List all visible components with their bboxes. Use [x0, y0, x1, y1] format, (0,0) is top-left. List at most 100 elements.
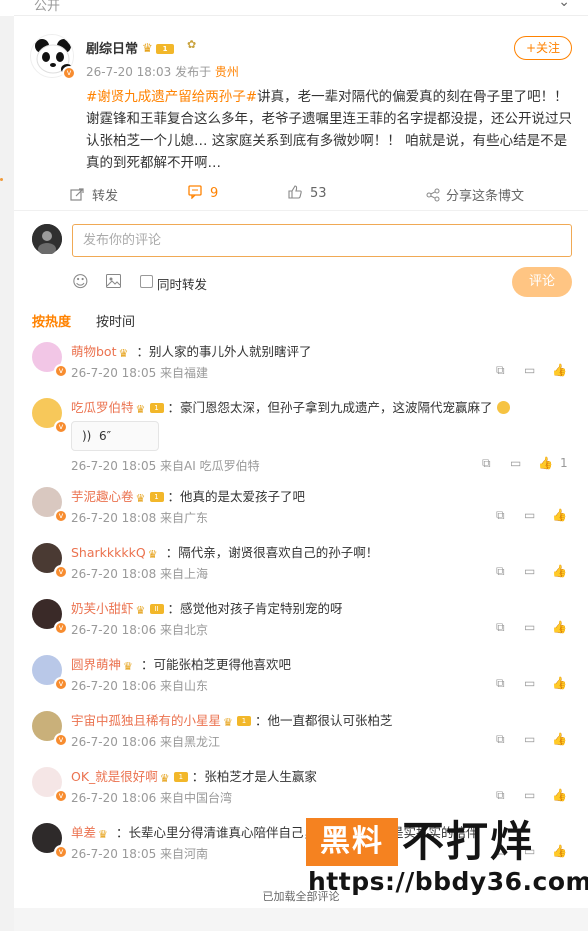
comment-actions: ⧉ ▭ 👍: [496, 676, 572, 692]
vip-crown-icon: ♛: [123, 660, 133, 673]
bottom-strip: [14, 908, 588, 931]
repost-icon[interactable]: ⧉: [496, 508, 505, 523]
share-icon: [426, 188, 440, 206]
comment-actions: ⧉ ▭ 👍: [496, 732, 572, 748]
post-author[interactable]: 剧综日常 ♛ 1: [86, 38, 176, 57]
thumbs-up-icon[interactable]: 👍: [552, 732, 567, 746]
repost-icon[interactable]: ⧉: [496, 564, 505, 579]
comment-text: 他真的是太爱孩子了吧: [180, 489, 306, 504]
vip-crown-icon: ♛ 1: [142, 42, 176, 55]
verified-badge-icon: v: [54, 845, 68, 859]
comment-text: 别人家的事儿外人就别瞎评了: [149, 344, 312, 359]
post-action-bar: 转发 9 53 分享这条博文: [14, 181, 588, 209]
emoji-icon[interactable]: ☺: [72, 272, 89, 291]
repost-icon[interactable]: ⧉: [482, 456, 491, 471]
thumbs-up-icon: [288, 185, 302, 203]
thumbs-up-icon[interactable]: 👍: [552, 788, 567, 802]
comment-icon: [188, 185, 202, 203]
post-body: #谢贤九成遗产留给两孙子#讲真，老一辈对隔代的偏爱真的刻在骨子里了吧！！谢霆锋和…: [86, 86, 572, 174]
comment-time: 26-7-20 18:08 来自上海: [71, 567, 209, 581]
thumbs-up-icon[interactable]: 👍: [552, 363, 567, 377]
divider: [14, 210, 588, 211]
fan-badge-icon: ✿: [187, 38, 197, 51]
reply-icon[interactable]: ▭: [524, 620, 535, 634]
comment-actions: ⧉ ▭ 👍: [496, 788, 572, 804]
repost-icon[interactable]: ⧉: [496, 363, 505, 378]
comment-line: 吃瓜罗伯特 ♛ 1 ：豪门恩怨太深，但孙子拿到九成遗产，这波隔代宠赢麻了: [71, 399, 571, 416]
comment-text: 豪门恩怨太深，但孙子拿到九成遗产，这波隔代宠赢麻了: [180, 400, 493, 415]
verified-badge-icon: v: [54, 565, 68, 579]
hashtag-link[interactable]: #谢贤九成遗产留给两孙子#: [86, 89, 257, 105]
commenter-name[interactable]: 吃瓜罗伯特: [71, 400, 134, 415]
commenter-name[interactable]: 单差: [71, 825, 96, 840]
comment-button[interactable]: 9: [188, 185, 218, 203]
follow-button[interactable]: +关注: [514, 36, 572, 60]
reply-icon[interactable]: ▭: [510, 456, 521, 470]
thumbs-up-icon[interactable]: 👍: [552, 564, 567, 578]
vip-crown-icon: ♛ II: [136, 603, 166, 617]
reply-icon[interactable]: ▭: [524, 508, 535, 522]
thumbs-up-icon[interactable]: 👍: [552, 676, 567, 690]
commenter-name[interactable]: 宇宙中孤独且稀有的小星星: [71, 713, 221, 728]
commenter-name[interactable]: SharkkkkkQ: [71, 545, 146, 560]
comment-actions: ⧉ ▭ 👍: [496, 564, 572, 580]
reply-icon[interactable]: ▭: [524, 788, 535, 802]
verified-badge-icon: v: [54, 677, 68, 691]
repost-icon[interactable]: ⧉: [496, 788, 505, 803]
comment-line: 宇宙中孤独且稀有的小星星 ♛ 1 ：他一直都很认可张柏芝: [71, 713, 393, 729]
comment-count: 9: [210, 186, 219, 201]
reply-icon[interactable]: ▭: [524, 363, 535, 377]
commenter-name[interactable]: 圆界萌神: [71, 657, 121, 672]
comment-time: 26-7-20 18:06 来自北京: [71, 623, 209, 637]
comment-time: 26-7-20 18:06 来自中国台湾: [71, 791, 233, 805]
sort-by-hot-tab[interactable]: 按热度: [32, 311, 71, 330]
image-icon[interactable]: [106, 273, 121, 292]
comment-item: v 萌物bot ♛ ：别人家的事儿外人就别瞎评了 26-7-20 18:05 来自福…: [14, 332, 588, 388]
comment-line: 芋泥趣心卷 ♛ 1 ：他真的是太爱孩子了吧: [71, 489, 306, 505]
repost-icon[interactable]: ⧉: [496, 620, 505, 635]
repost-button[interactable]: 转发: [70, 185, 118, 206]
repost-checkbox[interactable]: [140, 275, 153, 288]
repost-icon[interactable]: ⧉: [496, 676, 505, 691]
commenter-name[interactable]: OK_就是很好啊: [71, 769, 158, 784]
commenter-name[interactable]: 芋泥趣心卷: [71, 489, 134, 504]
verified-badge-icon: v: [62, 66, 76, 80]
comment-line: OK_就是很好啊 ♛ 1 ：张柏芝才是人生赢家: [71, 769, 317, 785]
share-button[interactable]: 分享这条博文: [426, 185, 524, 206]
comment-item: v 芋泥趣心卷 ♛ 1 ：他真的是太爱孩子了吧 26-7-20 18:08 来自广东 …: [14, 477, 588, 533]
commenter-name[interactable]: 萌物bot: [71, 344, 116, 359]
reply-icon[interactable]: ▭: [524, 732, 535, 746]
comment-input[interactable]: [72, 224, 572, 257]
thumbs-up-icon[interactable]: 👍: [552, 620, 567, 634]
comment-time: 26-7-20 18:06 来自山东: [71, 679, 209, 693]
repost-label: 转发: [92, 189, 119, 204]
vip-crown-icon: ♛ 1: [136, 402, 166, 416]
comment-line: 萌物bot ♛ ：别人家的事儿外人就别瞎评了: [71, 344, 312, 360]
left-gutter-marker: [0, 178, 3, 181]
reply-icon[interactable]: ▭: [524, 676, 535, 690]
comment-text: 他一直都很认可张柏芝: [267, 713, 393, 728]
voice-message[interactable]: )) 6″: [71, 421, 159, 451]
sort-by-time-tab[interactable]: 按时间: [96, 311, 135, 330]
like-button[interactable]: 53: [288, 185, 327, 203]
emoji-icon: [496, 401, 510, 414]
post-date[interactable]: 26-7-20 18:03: [86, 65, 171, 79]
post-location-prefix: 发布于: [175, 65, 212, 79]
comment-item: v 圆界萌神 ♛ ：可能张柏芝更得他喜欢吧 26-7-20 18:06 来自山东 ⧉…: [14, 645, 588, 701]
commenter-name[interactable]: 奶芙小甜虾: [71, 601, 134, 616]
thumbs-up-icon[interactable]: 👍: [552, 508, 567, 522]
voice-duration: 6″: [99, 429, 112, 443]
watermark-logo: 黑料 不打烊 https://bbdy36.com: [306, 815, 588, 905]
chevron-down-icon[interactable]: ⌄: [558, 0, 570, 10]
vip-crown-icon: ♛: [118, 347, 129, 360]
watermark-big-text: 不打烊: [402, 817, 535, 866]
comment-item: v 宇宙中孤独且稀有的小星星 ♛ 1 ：他一直都很认可张柏芝 26-7-20 18:0…: [14, 701, 588, 757]
thumbs-up-icon[interactable]: 👍: [538, 456, 553, 470]
author-name[interactable]: 剧综日常: [86, 42, 138, 57]
reply-icon[interactable]: ▭: [524, 564, 535, 578]
vip-crown-icon: ♛: [147, 548, 158, 561]
comment-actions: ⧉ ▭ 👍 1: [482, 456, 572, 472]
comment-time: 26-7-20 18:06 来自黑龙江: [71, 735, 221, 749]
repost-icon[interactable]: ⧉: [496, 732, 505, 747]
submit-comment-button[interactable]: 评论: [512, 267, 572, 297]
